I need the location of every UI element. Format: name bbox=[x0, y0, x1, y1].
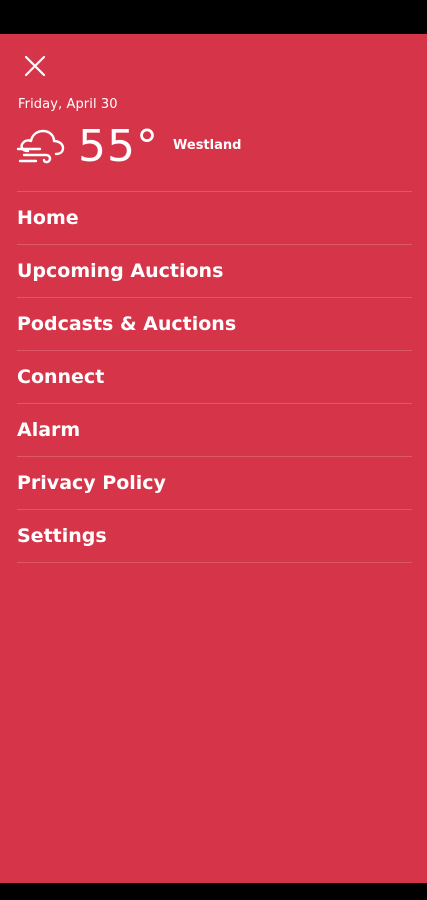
close-icon bbox=[24, 55, 46, 77]
status-bar bbox=[0, 0, 427, 34]
app-screen: Friday, April 30 55° Westland Home Upcom… bbox=[0, 0, 427, 900]
cloud-wind-icon bbox=[16, 129, 65, 164]
menu-item-upcoming-auctions[interactable]: Upcoming Auctions bbox=[17, 245, 412, 298]
menu-item-label: Home bbox=[17, 207, 79, 229]
system-navigation-bar bbox=[0, 883, 427, 900]
weather-summary: 55° Westland bbox=[16, 122, 241, 172]
menu-item-alarm[interactable]: Alarm bbox=[17, 404, 412, 457]
menu-item-label: Upcoming Auctions bbox=[17, 260, 224, 282]
menu-item-label: Alarm bbox=[17, 419, 81, 441]
menu-item-settings[interactable]: Settings bbox=[17, 510, 412, 563]
close-button[interactable] bbox=[20, 51, 50, 81]
menu-item-label: Connect bbox=[17, 366, 105, 388]
menu-item-privacy-policy[interactable]: Privacy Policy bbox=[17, 457, 412, 510]
navigation-drawer: Friday, April 30 55° Westland Home Upcom… bbox=[0, 34, 427, 883]
menu-item-label: Privacy Policy bbox=[17, 472, 166, 494]
menu-item-label: Podcasts & Auctions bbox=[17, 313, 237, 335]
location-name: Westland bbox=[173, 137, 242, 153]
menu-item-podcasts-auctions[interactable]: Podcasts & Auctions bbox=[17, 298, 412, 351]
drawer-menu: Home Upcoming Auctions Podcasts & Auctio… bbox=[17, 191, 412, 563]
temperature: 55° bbox=[78, 121, 159, 172]
menu-item-label: Settings bbox=[17, 525, 107, 547]
menu-item-connect[interactable]: Connect bbox=[17, 351, 412, 404]
menu-item-home[interactable]: Home bbox=[17, 192, 412, 245]
current-date: Friday, April 30 bbox=[18, 97, 118, 112]
